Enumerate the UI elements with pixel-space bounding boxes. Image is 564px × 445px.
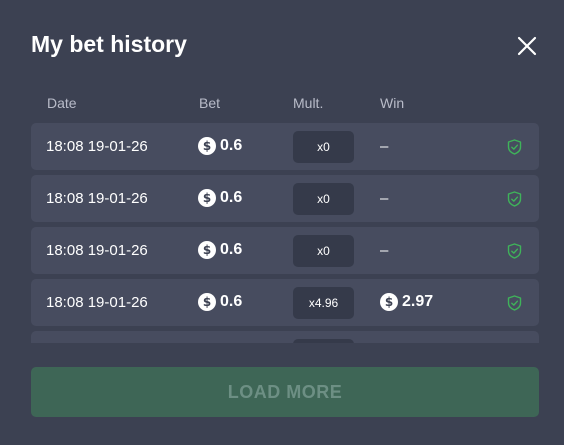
dollar-coin-icon: $ <box>198 293 216 311</box>
row-multiplier: x4.96 <box>293 287 354 319</box>
row-bet: $0.6 <box>198 240 242 260</box>
table-row[interactable]: 18:08 19-01-26 $0.6 x0 – <box>31 123 539 170</box>
close-button[interactable] <box>514 33 540 59</box>
row-date: 18:08 19-01-26 <box>46 190 148 207</box>
row-win-amount: – <box>380 189 389 207</box>
row-win-amount: – <box>380 137 389 155</box>
table-row[interactable]: 18:08 19-01-26 $0.6 x0 – <box>31 175 539 222</box>
row-bet: $0.6 <box>198 188 242 208</box>
bet-list[interactable]: 18:08 19-01-26 $0.6 x0 – 18:08 19-01-26 $0.6 x… <box>31 123 539 343</box>
load-more-button[interactable]: LOAD MORE <box>31 367 539 417</box>
row-win: – <box>380 240 388 260</box>
row-bet-amount: 0.6 <box>220 241 243 258</box>
shield-check-icon[interactable] <box>507 191 522 207</box>
table-row[interactable]: 18:08 19-01-26 $0.6 x4.96 $2.97 <box>31 279 539 326</box>
column-header-win: Win <box>380 95 405 111</box>
row-bet-amount: 0.6 <box>220 293 243 310</box>
shield-check-icon[interactable] <box>507 295 522 311</box>
row-multiplier: x0 <box>293 131 354 163</box>
dollar-coin-icon: $ <box>198 241 216 259</box>
column-header-mult: Mult. <box>293 95 324 111</box>
row-win: $2.97 <box>380 292 433 312</box>
row-date: 18:08 19-01-26 <box>46 242 148 259</box>
row-bet-amount: 0.6 <box>220 137 243 154</box>
dollar-coin-icon: $ <box>198 189 216 207</box>
dollar-coin-icon: $ <box>380 293 398 311</box>
row-win-amount: 2.97 <box>402 293 434 310</box>
close-icon <box>517 36 537 56</box>
row-bet: $0.6 <box>198 136 242 156</box>
table-header: Date Bet Mult. Win <box>31 95 539 113</box>
column-header-date: Date <box>47 95 77 111</box>
bet-history-modal: My bet history Date Bet Mult. Win 18:08 … <box>0 0 564 445</box>
table-row[interactable]: 18:08 19-01-26 $0.6 x0 – <box>31 227 539 274</box>
row-bet: $0.6 <box>198 292 242 312</box>
shield-check-icon[interactable] <box>507 243 522 259</box>
table-row[interactable] <box>31 331 539 343</box>
row-win: – <box>380 136 388 156</box>
row-multiplier: x0 <box>293 183 354 215</box>
modal-title: My bet history <box>31 31 187 57</box>
row-win: – <box>380 188 388 208</box>
row-multiplier: x0 <box>293 235 354 267</box>
shield-check-icon[interactable] <box>507 139 522 155</box>
row-date: 18:08 19-01-26 <box>46 138 148 155</box>
dollar-coin-icon: $ <box>198 137 216 155</box>
column-header-bet: Bet <box>199 95 221 111</box>
row-multiplier <box>293 339 354 343</box>
row-date: 18:08 19-01-26 <box>46 294 148 311</box>
row-win-amount: – <box>380 241 389 259</box>
row-bet-amount: 0.6 <box>220 189 243 206</box>
